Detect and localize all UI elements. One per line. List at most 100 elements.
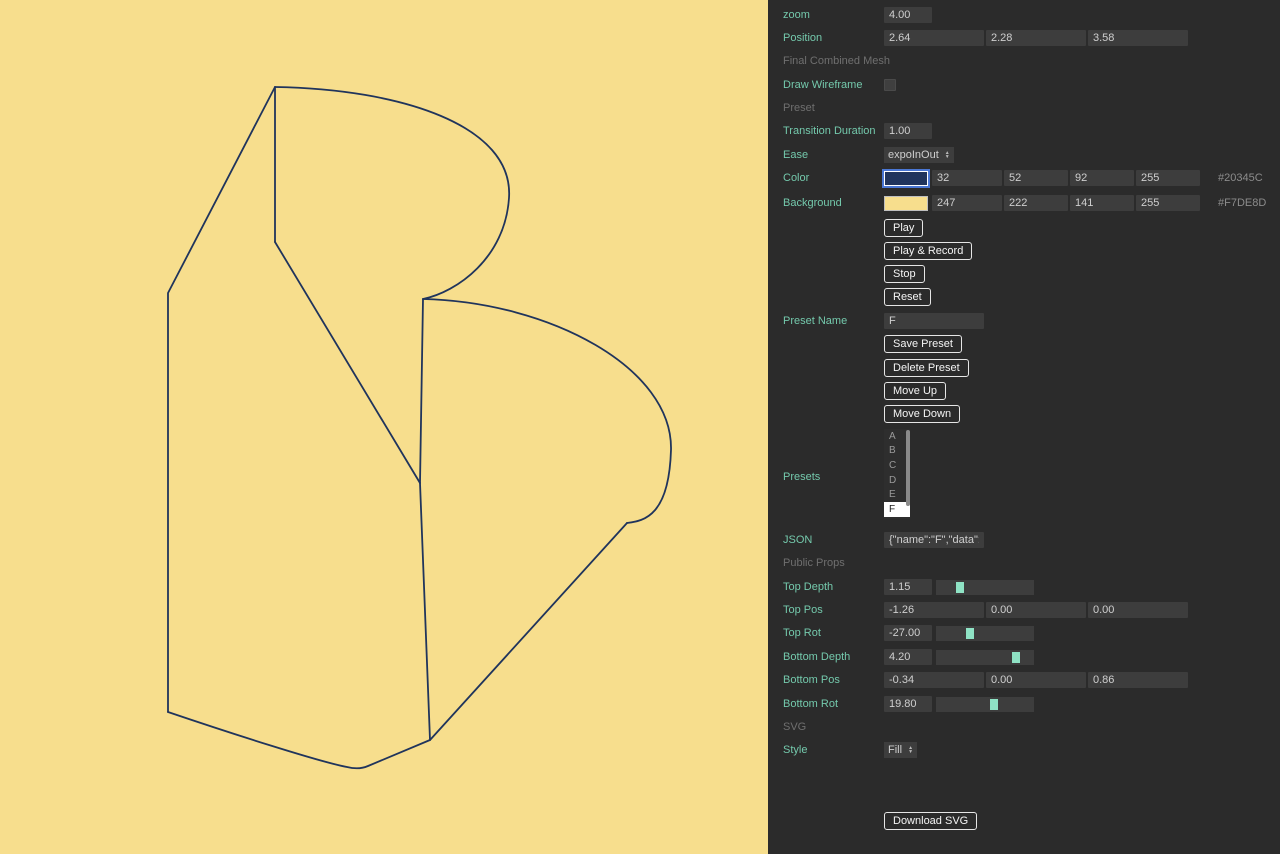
top-pos-y-input[interactable] (986, 602, 1086, 618)
bottom-rot-row: Bottom Rot (768, 696, 1280, 713)
background-g-input[interactable] (1004, 195, 1068, 211)
stop-button[interactable]: Stop (884, 265, 925, 283)
draw-wireframe-row: Draw Wireframe (768, 77, 1280, 94)
color-b-input[interactable] (1070, 170, 1134, 186)
draw-wireframe-label: Draw Wireframe (783, 79, 862, 91)
bottom-rot-input[interactable] (884, 696, 932, 712)
bottom-depth-slider[interactable] (936, 650, 1034, 665)
transition-duration-input[interactable] (884, 123, 932, 139)
json-row: JSON (768, 532, 1280, 549)
bottom-pos-row: Bottom Pos (768, 672, 1280, 689)
preset-section-row: Preset (768, 100, 1280, 117)
json-input[interactable] (884, 532, 984, 548)
presets-listbox[interactable]: A B C D E F AB (884, 429, 910, 519)
color-r-input[interactable] (932, 170, 1002, 186)
zoom-row: zoom (768, 7, 1280, 24)
position-row: Position (768, 30, 1280, 47)
background-hex-value: #F7DE8D (1218, 197, 1266, 209)
reset-button[interactable]: Reset (884, 288, 931, 306)
background-label: Background (783, 197, 842, 209)
wireframe-mid-diagonal (275, 242, 420, 483)
move-down-button[interactable]: Move Down (884, 405, 960, 423)
play-record-button[interactable]: Play & Record (884, 242, 972, 260)
svg-section-row: SVG (768, 719, 1280, 736)
wireframe-notch-edge (420, 299, 423, 483)
delete-preset-button[interactable]: Delete Preset (884, 359, 969, 377)
style-label: Style (783, 744, 807, 756)
ease-select-value: expoInOut (888, 149, 939, 161)
bottom-rot-slider-handle[interactable] (990, 699, 998, 710)
transition-duration-row: Transition Duration (768, 123, 1280, 140)
presets-label: Presets (783, 471, 820, 483)
color-row: Color #20345C (768, 170, 1280, 187)
bottom-pos-x-input[interactable] (884, 672, 984, 688)
top-depth-row: Top Depth (768, 579, 1280, 596)
wireframe-left-edge (168, 87, 275, 712)
ease-label: Ease (783, 149, 808, 161)
position-z-input[interactable] (1088, 30, 1188, 46)
position-y-input[interactable] (986, 30, 1086, 46)
bottom-pos-y-input[interactable] (986, 672, 1086, 688)
presets-label-row: Presets (768, 469, 1280, 486)
top-depth-input[interactable] (884, 579, 932, 595)
public-props-section-label: Public Props (783, 557, 845, 569)
presets-scrollbar[interactable] (906, 430, 910, 506)
position-x-input[interactable] (884, 30, 984, 46)
background-b-input[interactable] (1070, 195, 1134, 211)
top-rot-slider-handle[interactable] (966, 628, 974, 639)
background-row: Background #F7DE8D (768, 195, 1280, 212)
color-swatch[interactable] (884, 171, 928, 186)
bottom-depth-row: Bottom Depth (768, 649, 1280, 666)
top-rot-slider[interactable] (936, 626, 1034, 641)
play-button[interactable]: Play (884, 219, 923, 237)
style-row: Style Fill ▲▼ (768, 742, 1280, 759)
wireframe-bottom-edge (168, 712, 430, 768)
top-pos-x-input[interactable] (884, 602, 984, 618)
color-g-input[interactable] (1004, 170, 1068, 186)
ease-select[interactable]: expoInOut ▲▼ (884, 147, 954, 163)
position-label: Position (783, 32, 822, 44)
bottom-pos-label: Bottom Pos (783, 674, 840, 686)
ease-row: Ease expoInOut ▲▼ (768, 147, 1280, 164)
preset-name-label: Preset Name (783, 315, 847, 327)
final-combined-mesh-section-row: Final Combined Mesh (768, 53, 1280, 70)
top-rot-input[interactable] (884, 625, 932, 641)
transition-duration-label: Transition Duration (783, 125, 876, 137)
preset-name-row: Preset Name (768, 313, 1280, 330)
save-preset-button[interactable]: Save Preset (884, 335, 962, 353)
background-swatch[interactable] (884, 196, 928, 211)
zoom-input[interactable] (884, 7, 932, 23)
zoom-label: zoom (783, 9, 810, 21)
move-up-button[interactable]: Move Up (884, 382, 946, 400)
control-panel: zoom Position Final Combined Mesh Draw W… (768, 0, 1280, 854)
preset-section-label: Preset (783, 102, 815, 114)
select-stepper-icon: ▲▼ (908, 746, 913, 754)
preset-name-input[interactable] (884, 313, 984, 329)
top-rot-label: Top Rot (783, 627, 821, 639)
background-r-input[interactable] (932, 195, 1002, 211)
bottom-rot-slider[interactable] (936, 697, 1034, 712)
wireframe-bowl-bottom-edge (430, 523, 627, 740)
top-pos-z-input[interactable] (1088, 602, 1188, 618)
top-depth-label: Top Depth (783, 581, 833, 593)
top-depth-slider[interactable] (936, 580, 1034, 595)
top-depth-slider-handle[interactable] (956, 582, 964, 593)
public-props-section-row: Public Props (768, 555, 1280, 572)
style-select[interactable]: Fill ▲▼ (884, 742, 917, 758)
draw-wireframe-checkbox[interactable] (884, 79, 896, 91)
final-combined-mesh-section-label: Final Combined Mesh (783, 55, 890, 67)
preset-option[interactable]: AB (884, 517, 910, 519)
json-label: JSON (783, 534, 812, 546)
render-canvas[interactable] (0, 0, 768, 854)
select-stepper-icon: ▲▼ (945, 151, 950, 159)
bottom-depth-input[interactable] (884, 649, 932, 665)
color-a-input[interactable] (1136, 170, 1200, 186)
bottom-rot-label: Bottom Rot (783, 698, 838, 710)
download-svg-button[interactable]: Download SVG (884, 812, 977, 830)
bottom-pos-z-input[interactable] (1088, 672, 1188, 688)
bottom-depth-slider-handle[interactable] (1012, 652, 1020, 663)
top-pos-label: Top Pos (783, 604, 823, 616)
top-rot-row: Top Rot (768, 625, 1280, 642)
background-a-input[interactable] (1136, 195, 1200, 211)
color-hex-value: #20345C (1218, 172, 1263, 184)
